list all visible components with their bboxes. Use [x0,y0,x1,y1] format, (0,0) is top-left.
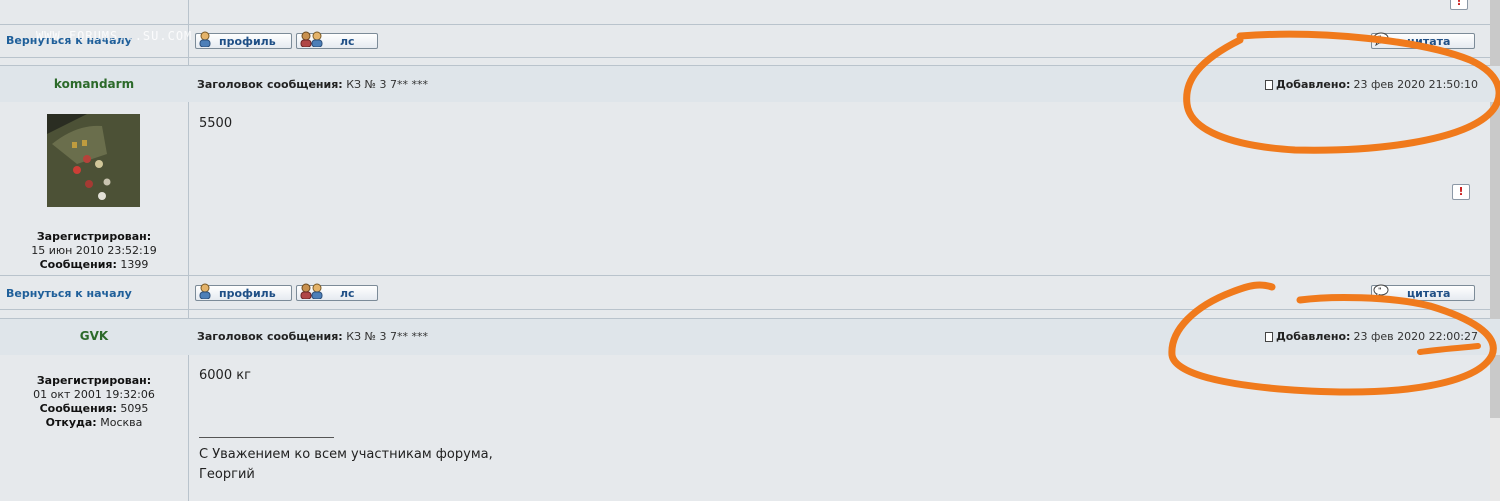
annotation-overlay [1168,30,1500,396]
annotation-circle [1168,281,1497,396]
annotation-stroke [1417,343,1481,355]
annotation-circle [1183,30,1500,154]
